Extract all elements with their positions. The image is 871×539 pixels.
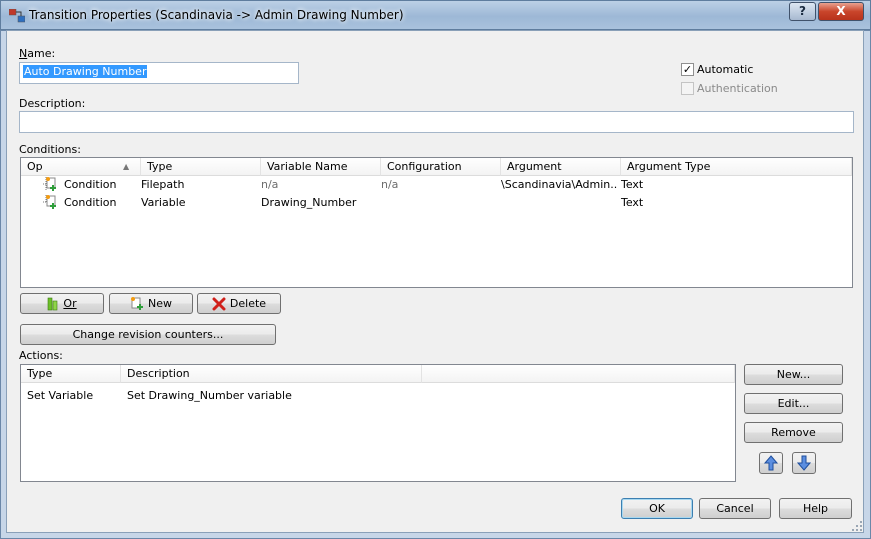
name-input-value: Auto Drawing Number <box>23 65 148 78</box>
dialog-client-area: Name: Auto Drawing Number ✓ Automatic Au… <box>6 30 864 533</box>
move-down-button[interactable] <box>792 452 816 474</box>
help-button[interactable]: Help <box>779 498 852 519</box>
new-condition-button[interactable]: New <box>109 293 193 314</box>
arrow-down-icon <box>796 455 812 471</box>
check-icon: ✓ <box>682 63 693 76</box>
name-input[interactable]: Auto Drawing Number <box>19 62 299 84</box>
change-revision-counters-button[interactable]: Change revision counters... <box>20 324 276 345</box>
action-row-type: Set Variable <box>27 389 94 402</box>
table-row[interactable]: Set Variable Set Drawing_Number variable <box>21 385 735 403</box>
title-help-button[interactable]: ? <box>789 2 816 21</box>
col-empty <box>422 365 735 383</box>
actions-label: Actions: <box>19 349 63 362</box>
delete-x-icon <box>212 297 226 311</box>
condition-icon <box>43 195 56 209</box>
col-variable-name[interactable]: Variable Name <box>261 158 381 176</box>
row-argument-type: Text <box>621 196 644 209</box>
description-input[interactable] <box>19 111 854 133</box>
row-op: Condition <box>64 196 117 209</box>
new-action-button[interactable]: New... <box>744 364 843 385</box>
transition-app-icon <box>9 9 25 23</box>
col-op[interactable]: Op ▲ <box>21 158 141 176</box>
new-condition-label: New <box>148 297 172 310</box>
row-type: Variable <box>141 196 186 209</box>
edit-action-button[interactable]: Edit... <box>744 393 843 414</box>
col-argument-type[interactable]: Argument Type <box>621 158 852 176</box>
row-op: Condition <box>64 178 117 191</box>
col-type[interactable]: Type <box>141 158 261 176</box>
authentication-checkbox[interactable] <box>681 82 694 95</box>
resize-grip-icon[interactable] <box>851 520 863 532</box>
row-variable: Drawing_Number <box>261 196 357 209</box>
col-argument[interactable]: Argument <box>501 158 621 176</box>
automatic-label: Automatic <box>697 63 754 76</box>
window-title: Transition Properties (Scandinavia -> Ad… <box>29 8 404 22</box>
arrow-up-icon <box>763 455 779 471</box>
table-row[interactable]: Condition Filepath n/a n/a \Scandinavia\… <box>21 176 852 194</box>
delete-condition-label: Delete <box>229 297 267 310</box>
conditions-table[interactable]: Op ▲ Type Variable Name Configuration Ar… <box>20 157 853 288</box>
col-configuration[interactable]: Configuration <box>381 158 501 176</box>
row-variable: n/a <box>261 178 279 191</box>
sort-ascending-icon: ▲ <box>123 162 130 171</box>
actions-table[interactable]: Type Description Set Variable Set Drawin… <box>20 364 736 482</box>
new-condition-icon <box>131 297 143 310</box>
row-argument-type: Text <box>621 178 644 191</box>
cancel-button[interactable]: Cancel <box>699 498 771 519</box>
row-type: Filepath <box>141 178 185 191</box>
remove-action-button[interactable]: Remove <box>744 422 843 443</box>
authentication-label: Authentication <box>697 82 778 95</box>
or-button-label: Or <box>63 297 77 310</box>
window-titlebar[interactable]: Transition Properties (Scandinavia -> Ad… <box>0 0 871 30</box>
col-action-type[interactable]: Type <box>21 365 121 383</box>
title-close-button[interactable]: X <box>818 2 864 21</box>
table-row[interactable]: Condition Variable Drawing_Number Text <box>21 194 852 212</box>
name-label: Name: <box>19 47 56 60</box>
description-label: Description: <box>19 97 86 110</box>
automatic-checkbox[interactable]: ✓ <box>681 63 694 76</box>
condition-icon <box>43 177 56 191</box>
ok-button[interactable]: OK <box>621 498 693 519</box>
col-action-description[interactable]: Description <box>121 365 422 383</box>
move-up-button[interactable] <box>759 452 783 474</box>
row-argument: \Scandinavia\Admin.. <box>501 178 618 191</box>
or-icon <box>48 297 58 311</box>
delete-condition-button[interactable]: Delete <box>197 293 281 314</box>
or-button[interactable]: Or <box>20 293 104 314</box>
col-op-label: Op <box>27 160 43 173</box>
conditions-label: Conditions: <box>19 143 81 156</box>
action-row-description: Set Drawing_Number variable <box>127 389 292 402</box>
row-configuration: n/a <box>381 178 399 191</box>
